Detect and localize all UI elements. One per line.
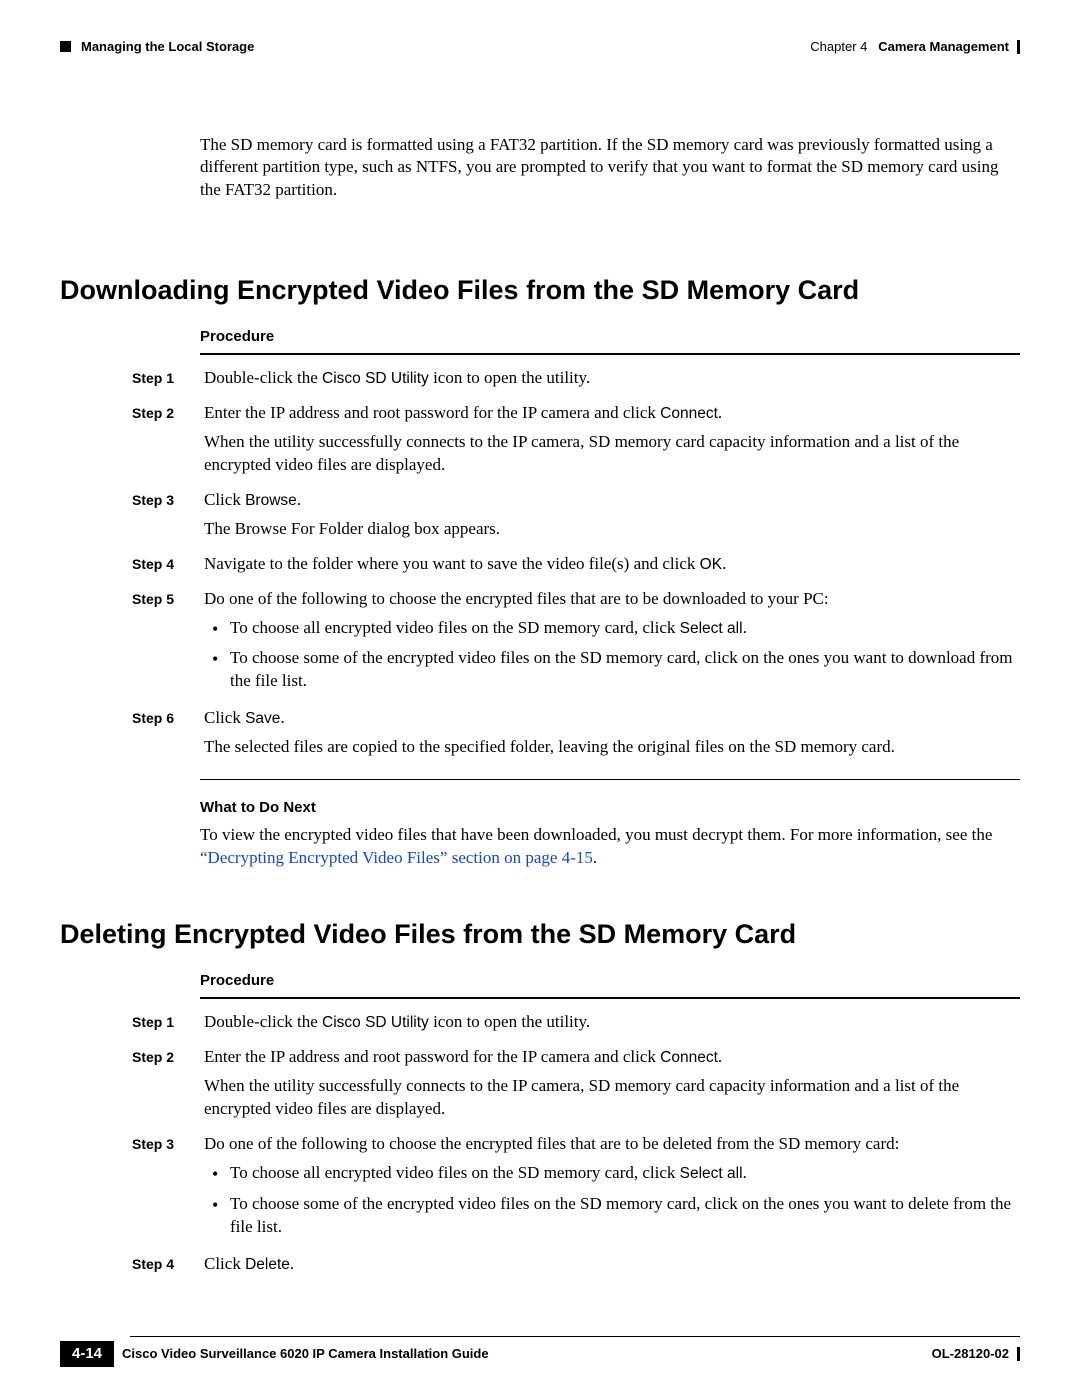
- step-text: Double-click the Cisco SD Utility icon t…: [204, 1011, 1016, 1034]
- step-text: Do one of the following to choose the en…: [204, 588, 1016, 611]
- step-text: Enter the IP address and root password f…: [204, 1046, 1016, 1069]
- step-text: The selected files are copied to the spe…: [204, 736, 1016, 759]
- step-label: Step 3: [132, 489, 204, 547]
- step-row: Step 4 Click Delete.: [60, 1253, 1020, 1282]
- bullet-item: To choose some of the encrypted video fi…: [204, 1193, 1016, 1239]
- step-label: Step 1: [132, 367, 204, 396]
- step-label: Step 6: [132, 707, 204, 765]
- bullet-item: To choose some of the encrypted video fi…: [204, 647, 1016, 693]
- footer-book-title: Cisco Video Surveillance 6020 IP Camera …: [122, 1345, 489, 1363]
- step-label: Step 3: [132, 1133, 204, 1247]
- step-label: Step 5: [132, 588, 204, 702]
- bullet-item: To choose all encrypted video files on t…: [204, 617, 1016, 640]
- step-row: Step 1 Double-click the Cisco SD Utility…: [60, 367, 1020, 396]
- procedure-heading: Procedure: [200, 327, 1020, 347]
- header-chapter-prefix: Chapter 4: [810, 39, 867, 54]
- step-row: Step 5 Do one of the following to choose…: [60, 588, 1020, 702]
- step-row: Step 3 Click Browse. The Browse For Fold…: [60, 489, 1020, 547]
- footer-bar-icon: [1017, 1347, 1020, 1361]
- cross-reference-link[interactable]: “Decrypting Encrypted Video Files” secti…: [200, 848, 593, 867]
- rule-thick: [200, 997, 1020, 999]
- page-number-badge: 4-14: [60, 1341, 114, 1367]
- section-heading-deleting: Deleting Encrypted Video Files from the …: [60, 916, 1020, 952]
- step-row: Step 2 Enter the IP address and root pas…: [60, 402, 1020, 483]
- step-row: Step 3 Do one of the following to choose…: [60, 1133, 1020, 1247]
- section-heading-downloading: Downloading Encrypted Video Files from t…: [60, 272, 1020, 308]
- step-text: Click Browse.: [204, 489, 1016, 512]
- procedure-heading: Procedure: [200, 971, 1020, 991]
- intro-paragraph: The SD memory card is formatted using a …: [200, 134, 1010, 203]
- step-label: Step 4: [132, 553, 204, 582]
- step-text: Double-click the Cisco SD Utility icon t…: [204, 367, 1016, 390]
- footer-doc-id: OL-28120-02: [932, 1345, 1009, 1363]
- step-row: Step 6 Click Save. The selected files ar…: [60, 707, 1020, 765]
- header-section: Managing the Local Storage: [81, 38, 254, 56]
- step-label: Step 2: [132, 402, 204, 483]
- running-header: Managing the Local Storage Chapter 4 Cam…: [60, 38, 1020, 56]
- header-marker-icon: [60, 41, 71, 52]
- step-text: When the utility successfully connects t…: [204, 431, 1016, 477]
- step-label: Step 4: [132, 1253, 204, 1282]
- header-bar-icon: [1017, 40, 1020, 54]
- header-chapter-title: Camera Management: [878, 39, 1009, 54]
- step-text: Enter the IP address and root password f…: [204, 402, 1016, 425]
- page-footer: 4-14 Cisco Video Surveillance 6020 IP Ca…: [60, 1336, 1020, 1367]
- step-row: Step 1 Double-click the Cisco SD Utility…: [60, 1011, 1020, 1040]
- step-text: Click Delete.: [204, 1253, 1016, 1276]
- step-row: Step 4 Navigate to the folder where you …: [60, 553, 1020, 582]
- what-to-do-next-text: To view the encrypted video files that h…: [200, 824, 1014, 870]
- rule-thick: [200, 353, 1020, 355]
- bullet-item: To choose all encrypted video files on t…: [204, 1162, 1016, 1185]
- step-label: Step 2: [132, 1046, 204, 1127]
- step-label: Step 1: [132, 1011, 204, 1040]
- step-text: Do one of the following to choose the en…: [204, 1133, 1016, 1156]
- step-text: Click Save.: [204, 707, 1016, 730]
- step-text: Navigate to the folder where you want to…: [204, 553, 1016, 576]
- step-text: When the utility successfully connects t…: [204, 1075, 1016, 1121]
- step-text: The Browse For Folder dialog box appears…: [204, 518, 1016, 541]
- rule-thin: [200, 779, 1020, 780]
- step-row: Step 2 Enter the IP address and root pas…: [60, 1046, 1020, 1127]
- what-to-do-next-heading: What to Do Next: [200, 798, 1014, 818]
